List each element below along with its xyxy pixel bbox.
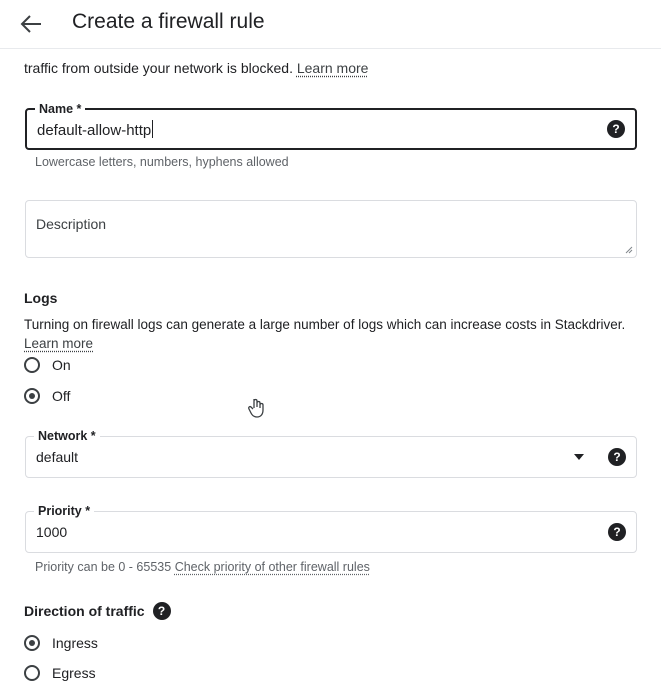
help-circle-icon[interactable]: ?: [608, 448, 626, 466]
arrow-drop-down-icon[interactable]: [574, 454, 584, 460]
name-hint: Lowercase letters, numbers, hyphens allo…: [35, 155, 289, 169]
direction-option-label: Ingress: [52, 635, 98, 651]
radio-unchecked-icon[interactable]: [24, 357, 40, 373]
arrow-back-icon: [20, 15, 41, 33]
text-caret: [152, 120, 154, 138]
priority-label: Priority *: [34, 503, 95, 519]
logs-learn-more-link[interactable]: Learn more: [24, 336, 93, 351]
network-value: default: [36, 449, 79, 465]
intro-text: traffic from outside your network is blo…: [24, 60, 368, 76]
radio-checked-icon[interactable]: [24, 388, 40, 404]
help-circle-icon[interactable]: ?: [608, 523, 626, 541]
intro-message: traffic from outside your network is blo…: [24, 60, 293, 76]
name-field[interactable]: Name * default-allow-http ?: [25, 101, 637, 150]
priority-field[interactable]: Priority * 1000 ?: [25, 503, 637, 553]
hand-pointer-icon: [248, 398, 264, 418]
logs-description: Turning on firewall logs can generate a …: [24, 315, 634, 353]
logs-option-label: Off: [52, 388, 71, 404]
radio-unchecked-icon[interactable]: [24, 665, 40, 681]
help-circle-icon[interactable]: ?: [607, 120, 625, 138]
direction-title: Direction of traffic ?: [24, 602, 171, 620]
radio-checked-icon[interactable]: [24, 635, 40, 651]
logs-option-on[interactable]: On: [24, 357, 71, 373]
intro-learn-more-link[interactable]: Learn more: [297, 60, 369, 76]
logs-text: Turning on firewall logs can generate a …: [24, 317, 626, 332]
logs-option-off[interactable]: Off: [24, 388, 70, 404]
resize-handle-icon[interactable]: [625, 246, 633, 254]
logs-option-label: On: [52, 357, 71, 373]
network-select[interactable]: Network * default ?: [25, 428, 637, 478]
page-header: Create a firewall rule: [0, 0, 661, 49]
network-label: Network *: [34, 428, 100, 444]
logs-title: Logs: [24, 290, 58, 306]
description-field[interactable]: Description: [25, 200, 637, 258]
check-priority-link[interactable]: Check priority of other firewall rules: [175, 560, 370, 574]
direction-title-text: Direction of traffic: [24, 603, 145, 619]
name-label: Name *: [35, 101, 86, 117]
name-input-value[interactable]: default-allow-http: [37, 120, 154, 139]
direction-option-ingress[interactable]: Ingress: [24, 635, 98, 651]
priority-value: 1000: [36, 524, 68, 540]
name-value-text: default-allow-http: [37, 122, 152, 139]
direction-option-label: Egress: [52, 665, 96, 681]
priority-hint: Priority can be 0 - 65535 Check priority…: [35, 560, 370, 574]
description-placeholder: Description: [36, 216, 107, 232]
back-button[interactable]: [16, 10, 46, 38]
help-circle-icon[interactable]: ?: [152, 602, 171, 620]
direction-option-egress[interactable]: Egress: [24, 665, 96, 681]
priority-hint-text: Priority can be 0 - 65535: [35, 560, 172, 574]
page-title: Create a firewall rule: [72, 10, 265, 33]
